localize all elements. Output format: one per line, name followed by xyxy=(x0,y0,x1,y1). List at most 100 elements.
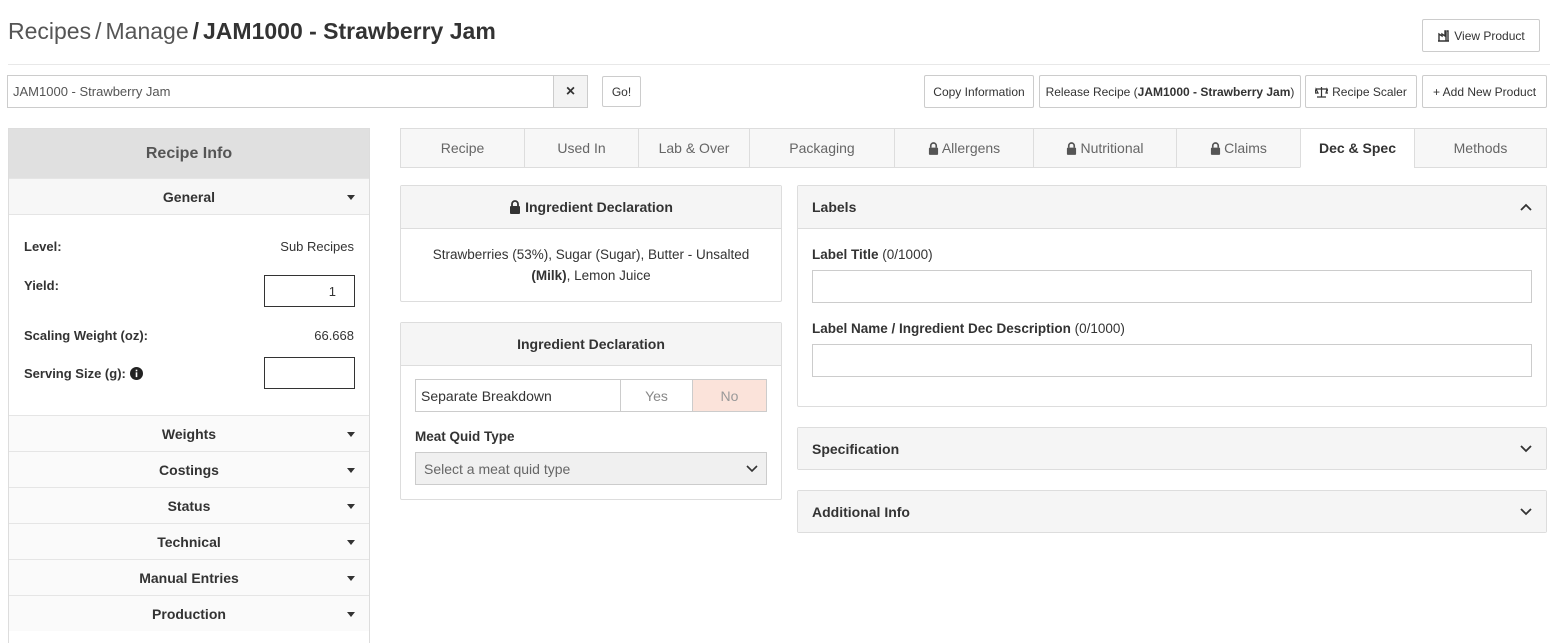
sidebar-title: Recipe Info xyxy=(9,129,369,178)
declaration-text-part1: Strawberries (53%), Sugar (Sugar), Butte… xyxy=(432,247,750,262)
lock-icon xyxy=(510,200,521,214)
sidebar-section-status[interactable]: Status xyxy=(9,487,369,523)
sidebar-section-weights[interactable]: Weights xyxy=(9,415,369,451)
release-recipe-button[interactable]: Release Recipe (JAM1000 - Strawberry Jam… xyxy=(1039,75,1301,108)
labels-header[interactable]: Labels xyxy=(798,186,1546,229)
tab-lab-over[interactable]: Lab & Over xyxy=(638,128,749,168)
ingredient-declaration-panel: Ingredient Declaration Strawberries (53%… xyxy=(400,185,782,302)
label-name-label: Label Name / Ingredient Dec Description … xyxy=(812,321,1125,336)
caret-down-icon xyxy=(347,195,355,200)
recipe-title: JAM1000 - Strawberry Jam xyxy=(203,18,496,44)
settings-header: Ingredient Declaration xyxy=(401,323,781,366)
separate-breakdown-label: Separate Breakdown xyxy=(416,380,621,411)
tab-packaging[interactable]: Packaging xyxy=(749,128,894,168)
additional-info-panel[interactable]: Additional Info xyxy=(797,490,1547,533)
specification-title: Specification xyxy=(812,440,900,457)
header-divider xyxy=(8,64,1550,65)
level-label: Level: xyxy=(24,239,62,254)
release-recipe-name: JAM1000 - Strawberry Jam xyxy=(1137,84,1291,99)
caret-down-icon xyxy=(347,504,355,509)
tab-label: Recipe xyxy=(440,140,485,156)
section-label: Weights xyxy=(161,425,217,442)
section-label: Production xyxy=(152,605,226,622)
chevron-down-icon[interactable] xyxy=(1520,507,1532,516)
tab-label: Packaging xyxy=(789,140,855,156)
go-button[interactable]: Go! xyxy=(602,76,641,107)
additional-info-header[interactable]: Additional Info xyxy=(798,491,1546,532)
clear-search-button[interactable]: × xyxy=(553,76,587,107)
page-title: Recipes / Manage / JAM1000 - Strawberry Jam xyxy=(8,18,496,45)
tab-label: Used In xyxy=(557,140,606,156)
breadcrumb-manage[interactable]: Manage xyxy=(106,18,189,44)
separate-breakdown-no[interactable]: No xyxy=(693,380,766,411)
label-name-count: (0/1000) xyxy=(1074,321,1125,336)
specification-header[interactable]: Specification xyxy=(798,428,1546,469)
caret-down-icon xyxy=(347,612,355,617)
tab-claims[interactable]: Claims xyxy=(1176,128,1300,168)
caret-down-icon xyxy=(347,432,355,437)
add-new-product-button[interactable]: + Add New Product xyxy=(1422,75,1547,108)
sidebar-section-manual-entries[interactable]: Manual Entries xyxy=(9,559,369,595)
tab-label: Dec & Spec xyxy=(1318,140,1397,156)
tab-dec-spec[interactable]: Dec & Spec xyxy=(1300,128,1414,168)
meat-quid-label: Meat Quid Type xyxy=(415,429,515,444)
sidebar-section-general[interactable]: General xyxy=(9,178,369,214)
tab-label: Nutritional xyxy=(1080,140,1144,156)
lock-icon xyxy=(1211,141,1221,155)
yield-label: Yield: xyxy=(24,278,59,293)
view-product-button[interactable]: View Product xyxy=(1422,19,1540,52)
label-title-label: Label Title (0/1000) xyxy=(812,247,933,262)
general-section-body: Level: Sub Recipes Yield: 1 Scaling Weig… xyxy=(9,214,369,415)
info-icon[interactable] xyxy=(129,367,143,380)
recipe-search-input[interactable] xyxy=(8,76,553,107)
label-title-text: Label Title xyxy=(812,247,879,262)
yield-input[interactable]: 1 xyxy=(264,275,355,307)
section-label: Technical xyxy=(157,533,221,550)
label-title-input[interactable] xyxy=(812,270,1532,303)
serving-size-input[interactable] xyxy=(264,357,355,389)
tab-nutritional[interactable]: Nutritional xyxy=(1033,128,1176,168)
tab-methods[interactable]: Methods xyxy=(1414,128,1547,168)
label-title-count: (0/1000) xyxy=(882,247,933,262)
copy-information-button[interactable]: Copy Information xyxy=(924,75,1034,108)
declaration-text-part2: , Lemon Juice xyxy=(566,268,651,283)
specification-panel[interactable]: Specification xyxy=(797,427,1547,470)
view-product-label: View Product xyxy=(1454,28,1525,43)
section-label: General xyxy=(162,188,216,205)
label-name-input[interactable] xyxy=(812,344,1532,377)
release-prefix: Release Recipe ( xyxy=(1045,84,1138,99)
chevron-down-icon[interactable] xyxy=(1520,444,1532,453)
label-name-text: Label Name / Ingredient Dec Description xyxy=(812,321,1071,336)
breadcrumb-separator: / xyxy=(192,18,200,44)
serving-size-label: Serving Size (g): xyxy=(24,366,126,381)
meat-quid-placeholder: Select a meat quid type xyxy=(424,460,571,477)
tab-recipe[interactable]: Recipe xyxy=(400,128,524,168)
separate-breakdown-yes[interactable]: Yes xyxy=(621,380,693,411)
chevron-up-icon[interactable] xyxy=(1520,203,1532,211)
additional-info-title: Additional Info xyxy=(812,503,910,520)
recipe-scaler-button[interactable]: Recipe Scaler xyxy=(1305,75,1417,108)
breadcrumb-separator: / xyxy=(95,18,102,44)
sidebar-section-costings[interactable]: Costings xyxy=(9,451,369,487)
sidebar-section-production[interactable]: Production xyxy=(9,595,369,631)
tab-label: Allergens xyxy=(941,140,1001,156)
serving-size-label-wrap: Serving Size (g): xyxy=(24,366,143,381)
tab-label: Lab & Over xyxy=(658,140,730,156)
scaling-weight-value: 66.668 xyxy=(314,328,354,343)
meat-quid-select[interactable]: Select a meat quid type xyxy=(415,452,767,485)
breadcrumb-recipes[interactable]: Recipes xyxy=(8,18,91,44)
section-label: Costings xyxy=(159,461,219,478)
section-label: Manual Entries xyxy=(139,569,239,586)
tab-used-in[interactable]: Used In xyxy=(524,128,638,168)
caret-down-icon xyxy=(347,540,355,545)
separate-breakdown-toggle: Separate Breakdown Yes No xyxy=(415,379,767,412)
tab-allergens[interactable]: Allergens xyxy=(894,128,1033,168)
chevron-down-icon xyxy=(746,464,758,472)
lock-icon xyxy=(1067,141,1077,155)
caret-down-icon xyxy=(347,468,355,473)
ingredient-declaration-title: Ingredient Declaration xyxy=(525,199,673,215)
scale-icon xyxy=(1315,86,1329,98)
ingredient-declaration-settings-panel: Ingredient Declaration Separate Breakdow… xyxy=(400,322,782,500)
sidebar-section-technical[interactable]: Technical xyxy=(9,523,369,559)
labels-title: Labels xyxy=(812,199,857,215)
